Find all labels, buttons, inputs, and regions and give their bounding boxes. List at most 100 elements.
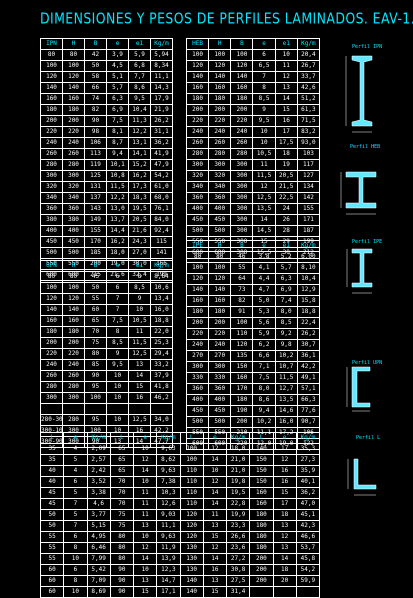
ipe-cell: 6,6 <box>252 350 276 362</box>
ipe-cell: 8,5 <box>274 317 298 329</box>
heb-table-row: 300 300 300 11 19 117 <box>185 159 321 171</box>
angles-cell: 15 <box>272 487 297 499</box>
upn-table-row: 260 260 90 10 14 37,9 <box>40 370 173 382</box>
ipn-cell: 140 <box>62 82 85 94</box>
angles-table-row: 60 6 5,42 90 10 12,3 130 16 30,8 200 18 54,2 <box>39 564 321 576</box>
ipe-cell: 77,6 <box>296 405 321 417</box>
upn-cell: 29,4 <box>150 348 173 360</box>
angles-cell: 12 <box>132 542 158 554</box>
ipn-cell: 280 <box>62 159 85 171</box>
heb-table-row: 200 200 200 9 15 61,3 <box>185 104 321 116</box>
ipn-cell: 17,3 <box>128 181 151 193</box>
angles-cell: 110 <box>179 487 204 499</box>
ipe-col-header: B <box>230 240 254 252</box>
ipn-cell: 13,0 <box>106 203 129 215</box>
ipe-cell: 4,7 <box>252 284 276 296</box>
angles-cell: 19,9 <box>225 509 251 521</box>
ipn-col-header: Kg/m <box>150 38 173 50</box>
ipe-cell: 200 <box>230 416 254 428</box>
ipn-cell: 5,94 <box>150 49 173 61</box>
ipn-cell: 14,1 <box>128 148 151 160</box>
angles-cell: 14 <box>132 465 158 477</box>
ipn-cell: 27,0 <box>128 247 151 259</box>
ipe-cell: 46 <box>230 251 254 263</box>
ipn-cell: 8,6 <box>128 82 151 94</box>
upn-cell: 100 <box>84 392 107 404</box>
angles-col-header: L <box>39 432 65 444</box>
angles-cell: 140 <box>179 575 204 587</box>
heb-cell: 14 <box>274 93 298 105</box>
ipn-table-row: 320 320 131 11,5 17,3 61,0 <box>40 181 173 193</box>
ipe-cell: 160 <box>208 295 232 307</box>
upn-cell: 41,8 <box>150 381 173 393</box>
ipn-cell: 12,2 <box>106 192 129 204</box>
upn-table: UPN H Be e1 Kg/m 80 80 45 6 8 8,64 100 100 50 6 8,5 10,6… <box>40 260 173 448</box>
ipe-table-row: 500 500 200 10,2 16,0 90,7 <box>185 416 321 428</box>
angles-cell: 180 <box>249 542 274 554</box>
upn-col-header: H <box>62 260 85 272</box>
upn-cell: 220 <box>62 348 85 360</box>
angles-cell: 60 <box>39 575 65 587</box>
upn-cell: 120 <box>40 293 63 305</box>
heb-table-row: 260 260 260 10 17,5 93,0 <box>185 137 321 149</box>
heb-cell: 220 <box>230 115 254 127</box>
angles-cell: 14 <box>132 553 158 565</box>
angles-cell: 21,0 <box>225 454 251 466</box>
angles-cell: 21,0 <box>225 465 251 477</box>
ipe-cell: 5,7 <box>274 262 298 274</box>
ipn-cell: 240 <box>62 137 85 149</box>
angles-cell: 47,0 <box>295 498 321 510</box>
angles-cell: 40 <box>39 476 65 488</box>
upn-cell: 160 <box>40 315 63 327</box>
angles-cell: 36,2 <box>295 487 321 499</box>
angles-cell: 13 <box>272 520 297 532</box>
upn-cell: 280 <box>40 381 63 393</box>
heb-cell: 20,5 <box>274 170 298 182</box>
heb-col-header: e1 <box>274 38 298 50</box>
ipe-table-row: 270 270 135 6,6 10,2 36,1 <box>185 350 321 362</box>
heb-cell: 10 <box>252 126 276 138</box>
angles-cell: 54,2 <box>295 564 321 576</box>
ipn-cell: 170 <box>84 236 107 248</box>
angles-cell: 8,69 <box>86 586 111 598</box>
ipn-cell: 149 <box>84 214 107 226</box>
angles-cell: 70 <box>109 498 135 510</box>
angles-cell: 9,03 <box>156 509 181 521</box>
ipn-cell: 24,3 <box>128 236 151 248</box>
angles-col-header: L <box>109 432 135 444</box>
ipn-table-row: 160 160 74 6,3 9,5 17,9 <box>40 93 173 105</box>
heb-profile-drawing: Perfil HEB <box>338 140 388 235</box>
ipn-cell: 11,5 <box>106 181 129 193</box>
angles-cell: 27,3 <box>295 454 321 466</box>
upn-cell: 70 <box>84 326 107 338</box>
ipe-col-header: e <box>252 240 276 252</box>
angles-cell: 6 <box>63 531 88 543</box>
ipe-cell: 49,1 <box>296 372 321 384</box>
ipe-profile-label: Perfil IPE <box>352 239 383 245</box>
angles-cell: 14 <box>202 498 228 510</box>
ipn-cell: 119 <box>84 159 107 171</box>
heb-table-row: 120 120 120 6,5 11 26,7 <box>185 60 321 72</box>
ipn-cell: 14,4 <box>106 225 129 237</box>
upn-col-header: e <box>106 260 129 272</box>
heb-cell: 14,5 <box>252 225 276 237</box>
heb-table-row: 320 320 300 11,5 20,5 127 <box>185 170 321 182</box>
upn-cell: 46,2 <box>150 392 173 404</box>
angles-cell: 10 <box>132 476 158 488</box>
angles-cell: 14,7 <box>156 575 181 587</box>
ipn-cell: 220 <box>40 126 63 138</box>
ipe-cell: 4,1 <box>252 262 276 274</box>
heb-col-header: Kg/m <box>296 38 321 50</box>
ipe-cell: 57,1 <box>296 383 321 395</box>
angles-cell: 11 <box>132 487 158 499</box>
ipn-cell: 240 <box>40 137 63 149</box>
upn-cell: 37,9 <box>150 370 173 382</box>
ipn-cell: 90 <box>84 115 107 127</box>
heb-cell: 220 <box>185 115 210 127</box>
angles-table-row: 45 5 3,38 70 11 10,3 110 14 19,5 160 15 36,2 <box>39 487 321 499</box>
upn-col-header: UPN <box>40 260 63 272</box>
ipn-cell: 120 <box>40 71 63 83</box>
ipe-cell: 150 <box>230 361 254 373</box>
ipn-cell: 340 <box>40 192 63 204</box>
heb-profile-label: Perfil HEB <box>350 144 381 150</box>
